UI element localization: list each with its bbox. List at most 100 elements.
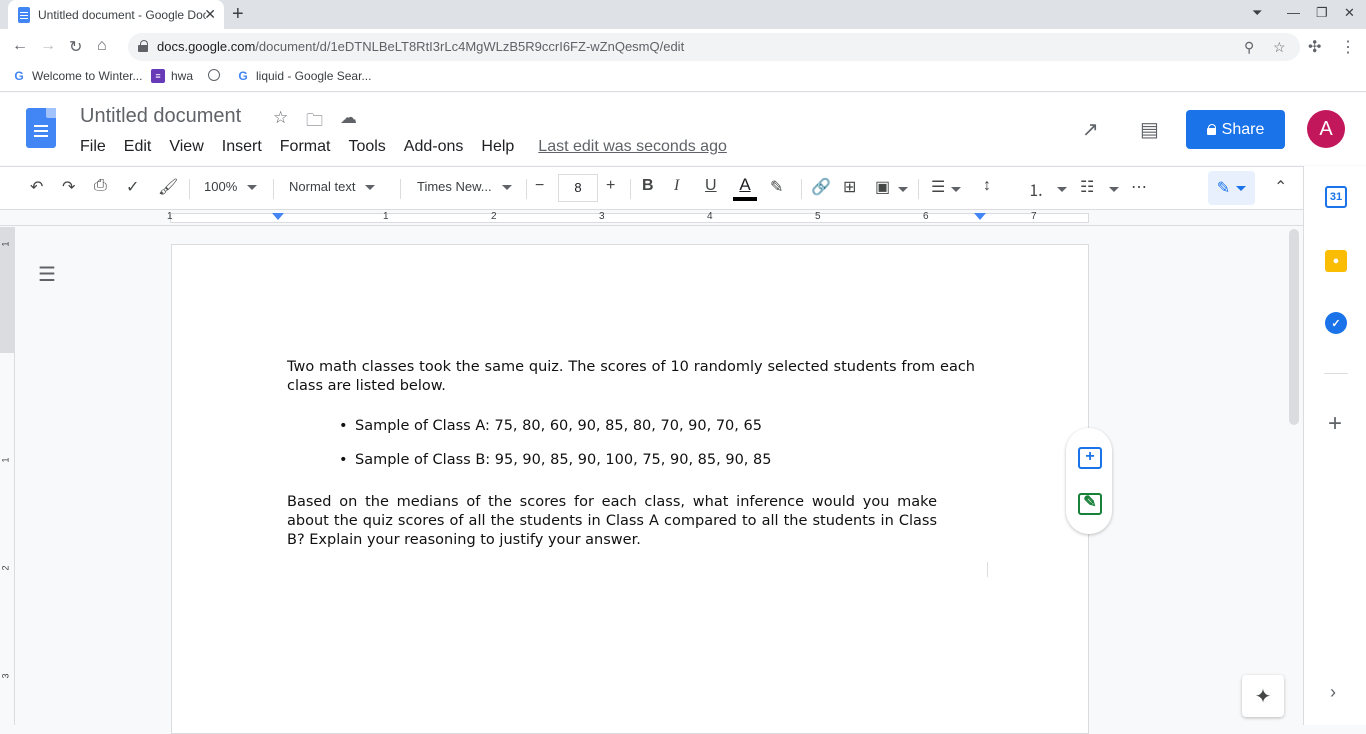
- decrease-font-size-icon[interactable]: −: [535, 177, 544, 195]
- tab-title: Untitled document - Google Doc: [38, 7, 206, 22]
- bookmark-item[interactable]: ≡ hwa: [151, 69, 193, 83]
- bold-icon[interactable]: B: [642, 177, 654, 195]
- menu-edit[interactable]: Edit: [124, 138, 152, 156]
- add-comment-icon[interactable]: +: [1078, 447, 1102, 469]
- cloud-status-icon[interactable]: ☁: [340, 108, 357, 128]
- document-outline-icon[interactable]: ☰: [38, 262, 56, 287]
- calendar-icon[interactable]: 31: [1325, 186, 1347, 208]
- add-comment-icon[interactable]: ⊞: [843, 177, 856, 197]
- bookmark-item[interactable]: G liquid - Google Sear...: [236, 69, 371, 83]
- reload-icon[interactable]: ↻: [69, 37, 82, 57]
- document-page[interactable]: Two math classes took the same quiz. The…: [171, 244, 1089, 734]
- menu-tools[interactable]: Tools: [348, 138, 385, 156]
- more-icon[interactable]: ⋯: [1131, 177, 1147, 197]
- numbered-list-icon[interactable]: ⒈: [1028, 177, 1044, 201]
- address-bar[interactable]: docs.google.com/document/d/1eDTNLBeLT8Rt…: [128, 33, 1300, 61]
- editing-mode-button[interactable]: ✎: [1208, 171, 1255, 205]
- explore-icon[interactable]: ✦: [1242, 675, 1284, 717]
- docs-logo-icon[interactable]: [26, 108, 56, 148]
- menu-addons[interactable]: Add-ons: [404, 138, 464, 156]
- right-indent-marker[interactable]: [974, 213, 986, 220]
- restore-icon[interactable]: ❐: [1316, 5, 1328, 21]
- minimize-icon[interactable]: —: [1287, 5, 1300, 20]
- tab-search-icon[interactable]: ⏷: [1252, 5, 1262, 21]
- comments-icon[interactable]: ▤: [1140, 117, 1159, 142]
- menu-view[interactable]: View: [169, 138, 203, 156]
- star-icon[interactable]: ☆: [273, 108, 288, 128]
- last-edit-link[interactable]: Last edit was seconds ago: [538, 138, 727, 156]
- activity-trend-icon[interactable]: ↗: [1082, 117, 1099, 142]
- chevron-down-icon[interactable]: [951, 187, 961, 192]
- left-indent-marker[interactable]: [272, 213, 284, 220]
- list-item: Sample of Class A: 75, 80, 60, 90, 85, 8…: [339, 417, 975, 436]
- chrome-menu-icon[interactable]: ⋮: [1340, 37, 1356, 57]
- menu-insert[interactable]: Insert: [222, 138, 262, 156]
- forward-icon[interactable]: →: [40, 37, 56, 55]
- keep-icon[interactable]: ●: [1325, 250, 1347, 272]
- extensions-icon[interactable]: ✣: [1308, 37, 1321, 57]
- zoom-select[interactable]: 100%: [204, 179, 258, 194]
- text-color-icon[interactable]: A: [733, 175, 757, 201]
- chevron-down-icon[interactable]: [1057, 187, 1067, 192]
- horizontal-ruler[interactable]: 1 1 2 3 4 5 6 7: [0, 210, 1303, 226]
- docs-favicon-icon: [18, 6, 30, 23]
- chevron-down-icon: [247, 185, 258, 191]
- undo-icon[interactable]: ↶: [30, 177, 43, 197]
- move-folder-icon[interactable]: 🗀: [306, 108, 323, 137]
- italic-icon[interactable]: I: [674, 177, 679, 195]
- share-button[interactable]: Share: [1186, 110, 1285, 149]
- bookmark-star-icon[interactable]: ☆: [1273, 39, 1286, 56]
- document-body[interactable]: Two math classes took the same quiz. The…: [287, 358, 975, 550]
- formatting-toolbar: ↶ ↷ ⎙ ✓ 🖌 100% Normal text Times New... …: [0, 166, 1303, 210]
- toolbar-divider: [630, 179, 631, 199]
- back-icon[interactable]: ←: [12, 37, 28, 55]
- menu-help[interactable]: Help: [481, 138, 514, 156]
- window-close-icon[interactable]: ✕: [1344, 5, 1355, 21]
- line-spacing-icon[interactable]: ↕: [983, 177, 991, 195]
- new-tab-button[interactable]: +: [232, 3, 244, 26]
- underline-icon[interactable]: U: [705, 177, 717, 195]
- font-size-input[interactable]: 8: [558, 174, 598, 202]
- font-select[interactable]: Times New...: [417, 179, 512, 194]
- hide-menus-chevron-up-icon[interactable]: ⌃: [1274, 177, 1287, 197]
- scrollbar-thumb[interactable]: [1289, 229, 1299, 425]
- bookmark-item[interactable]: [208, 69, 226, 81]
- bookmark-item[interactable]: G Welcome to Winter...: [12, 69, 142, 83]
- zoom-icon[interactable]: ⚲: [1244, 39, 1254, 56]
- browser-tab-strip: Untitled document - Google Doc ✕ + ⏷ — ❐…: [0, 0, 1366, 29]
- chevron-down-icon[interactable]: [1109, 187, 1119, 192]
- paragraph-style-select[interactable]: Normal text: [289, 179, 376, 194]
- tasks-icon[interactable]: ✓: [1325, 312, 1347, 334]
- avatar[interactable]: A: [1307, 110, 1345, 148]
- insert-image-icon[interactable]: ▣: [875, 177, 890, 197]
- browser-tab[interactable]: Untitled document - Google Doc ✕: [8, 0, 224, 29]
- browser-nav-bar: ← → ↻ ⌂ docs.google.com/document/d/1eDTN…: [0, 29, 1366, 65]
- spellcheck-icon[interactable]: ✓: [126, 177, 139, 197]
- question-paragraph: Based on the medians of the scores for e…: [287, 494, 937, 548]
- increase-font-size-icon[interactable]: +: [606, 177, 615, 195]
- lock-icon[interactable]: [138, 40, 148, 52]
- pencil-icon: ✎: [1216, 180, 1231, 197]
- collapse-panel-chevron-right-icon[interactable]: ›: [1330, 682, 1336, 703]
- bulleted-list-icon[interactable]: ☷: [1080, 177, 1094, 197]
- highlight-color-icon[interactable]: ✎: [770, 177, 783, 197]
- menu-format[interactable]: Format: [280, 138, 331, 156]
- ruler-label: 1: [0, 457, 11, 463]
- toolbar-divider: [189, 179, 190, 199]
- insert-link-icon[interactable]: 🔗: [811, 177, 831, 197]
- home-icon[interactable]: ⌂: [97, 37, 107, 55]
- ruler-label: 3: [599, 211, 605, 222]
- redo-icon[interactable]: ↷: [62, 177, 75, 197]
- chevron-down-icon[interactable]: [898, 187, 908, 192]
- document-title[interactable]: Untitled document: [80, 105, 241, 128]
- suggest-edits-icon[interactable]: ✎: [1078, 493, 1102, 515]
- menu-file[interactable]: File: [80, 138, 106, 156]
- print-icon[interactable]: ⎙: [94, 177, 107, 195]
- vertical-ruler[interactable]: 1 1 2 3: [0, 227, 15, 725]
- paint-format-icon[interactable]: 🖌: [158, 177, 178, 197]
- ruler-label: 2: [491, 211, 497, 222]
- ruler-label: 6: [923, 211, 929, 222]
- tab-close-icon[interactable]: ✕: [204, 6, 216, 23]
- align-icon[interactable]: ☰: [931, 177, 945, 197]
- add-app-plus-icon[interactable]: +: [1328, 410, 1342, 438]
